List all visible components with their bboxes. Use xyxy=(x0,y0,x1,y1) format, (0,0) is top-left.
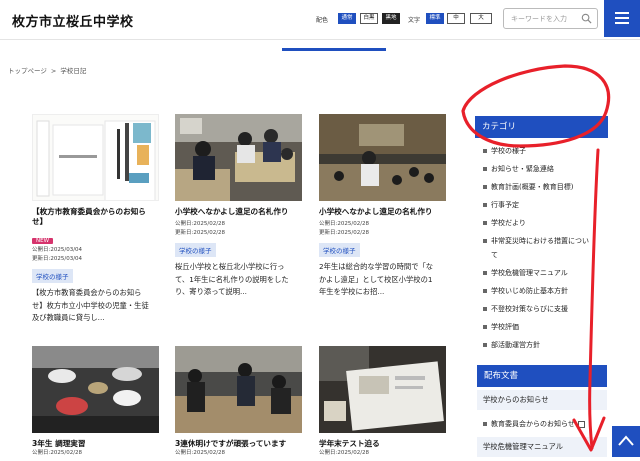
category-item[interactable]: 学校評価 xyxy=(483,322,519,332)
article-card[interactable]: 【枚方市教育委員会からのお知ら せ】 NEW 公開日:2025/03/04 更新日… xyxy=(32,114,159,325)
hamburger-icon xyxy=(615,12,629,24)
color-dark-button[interactable]: 黒地 xyxy=(382,13,400,24)
article-title[interactable]: 小学校へなかよし遠足の名札作り xyxy=(175,207,302,217)
article-thumbnail[interactable] xyxy=(175,346,302,433)
site-header: 枚方市立桜丘中学校 配色 通常 白黒 黒地 文字 標準 中 大 キーワードを入力 xyxy=(0,0,640,40)
text-standard-button[interactable]: 標準 xyxy=(426,13,444,24)
article-card[interactable]: 3連休明けですが頑張っています 公開日:2025/02/28 xyxy=(175,346,302,458)
article-title[interactable]: 学年末テスト迫る xyxy=(319,439,446,449)
article-excerpt: 桜丘小学校と桜丘北小学校に行っ て、1年生に名札作りの説明をした り、寄り添って説明… xyxy=(175,262,289,296)
article-card[interactable]: 小学校へなかよし遠足の名札作り 公開日:2025/02/28 更新日:2025/… xyxy=(319,114,446,299)
docs-subheading[interactable]: 学校からのお知らせ xyxy=(477,390,607,410)
category-item[interactable]: お知らせ・緊急連絡 xyxy=(483,164,554,174)
external-link-icon xyxy=(577,420,585,428)
article-thumbnail[interactable] xyxy=(319,346,446,433)
text-size-label: 文字 xyxy=(408,17,421,24)
category-tag[interactable]: 学校の様子 xyxy=(32,269,73,283)
published-date: 公開日:2025/02/28 xyxy=(319,221,370,227)
category-item[interactable]: 学校だより xyxy=(483,218,526,228)
category-item[interactable]: 非常変災時における措置につい xyxy=(483,236,589,246)
text-medium-button[interactable]: 中 xyxy=(447,13,465,24)
menu-button[interactable] xyxy=(604,0,640,37)
article-excerpt: 【枚方市教育委員会からのお知ら せ】枚方市立小中学校の児童・生徒 及び教職員に貸与し… xyxy=(32,288,149,322)
category-item-continued[interactable]: て xyxy=(491,250,498,260)
published-date: 公開日:2025/02/28 xyxy=(175,221,226,227)
color-label: 配色 xyxy=(316,17,329,24)
breadcrumb: トップページ > 学校日記 xyxy=(8,65,90,75)
search-icon[interactable] xyxy=(581,13,592,24)
article-card[interactable]: 3年生 調理実習 公開日:2025/02/28 xyxy=(32,346,159,458)
updated-date: 更新日:2025/03/04 xyxy=(32,256,83,262)
site-title[interactable]: 枚方市立桜丘中学校 xyxy=(12,11,134,30)
color-normal-button[interactable]: 通常 xyxy=(338,13,356,24)
category-item[interactable]: 教育計画(概要・教育目標) xyxy=(483,182,573,192)
updated-date: 更新日:2025/02/28 xyxy=(319,230,370,236)
category-item[interactable]: 学校の様子 xyxy=(483,146,526,156)
article-card[interactable]: 学年末テスト迫る 公開日:2025/02/28 xyxy=(319,346,446,458)
category-item[interactable]: 学校危機管理マニュアル xyxy=(483,268,568,278)
back-to-top-button[interactable] xyxy=(612,426,640,457)
doc-item[interactable]: 教育委員会からのお知らせ xyxy=(483,419,585,429)
category-item[interactable]: 行事予定 xyxy=(483,200,519,210)
breadcrumb-current: 学校日記 xyxy=(60,67,87,75)
color-bw-button[interactable]: 白黒 xyxy=(360,13,378,24)
article-card[interactable]: 小学校へなかよし遠足の名札作り 公開日:2025/02/28 更新日:2025/… xyxy=(175,114,302,299)
category-item[interactable]: 学校いじめ防止基本方針 xyxy=(483,286,568,296)
article-title[interactable]: 3連休明けですが頑張っています xyxy=(175,439,302,449)
article-thumbnail[interactable] xyxy=(32,346,159,433)
category-tag[interactable]: 学校の様子 xyxy=(319,243,360,257)
breadcrumb-home[interactable]: トップページ xyxy=(8,67,47,75)
chevron-up-icon xyxy=(618,435,634,446)
article-excerpt: 2年生は総合的な学習の時間で「な かよし遠足」として校区小学校の1 年生を学校にお招… xyxy=(319,262,434,296)
new-badge: NEW xyxy=(32,238,54,244)
article-thumbnail[interactable] xyxy=(32,114,159,201)
article-title[interactable]: 3年生 調理実習 xyxy=(32,439,159,449)
breadcrumb-separator: > xyxy=(50,67,57,75)
updated-date: 更新日:2025/02/28 xyxy=(175,230,226,236)
category-item[interactable]: 不登校対策ならびに支援 xyxy=(483,304,568,314)
nav-underline xyxy=(282,48,386,51)
article-title[interactable]: 【枚方市教育委員会からのお知ら せ】 xyxy=(32,207,159,227)
text-large-button[interactable]: 大 xyxy=(470,13,492,24)
docs-subheading[interactable]: 学校危機管理マニュアル xyxy=(477,437,607,457)
category-item[interactable]: 部活動運営方針 xyxy=(483,340,540,350)
search-input[interactable]: キーワードを入力 xyxy=(511,14,567,24)
article-thumbnail[interactable] xyxy=(319,114,446,201)
category-heading: カテゴリ xyxy=(475,116,608,138)
docs-heading: 配布文書 xyxy=(477,365,607,387)
article-title[interactable]: 小学校へなかよし遠足の名札作り xyxy=(319,207,446,217)
article-thumbnail[interactable] xyxy=(175,114,302,201)
search-box[interactable]: キーワードを入力 xyxy=(503,8,598,29)
published-date: 公開日:2025/03/04 xyxy=(32,247,83,253)
category-tag[interactable]: 学校の様子 xyxy=(175,243,216,257)
